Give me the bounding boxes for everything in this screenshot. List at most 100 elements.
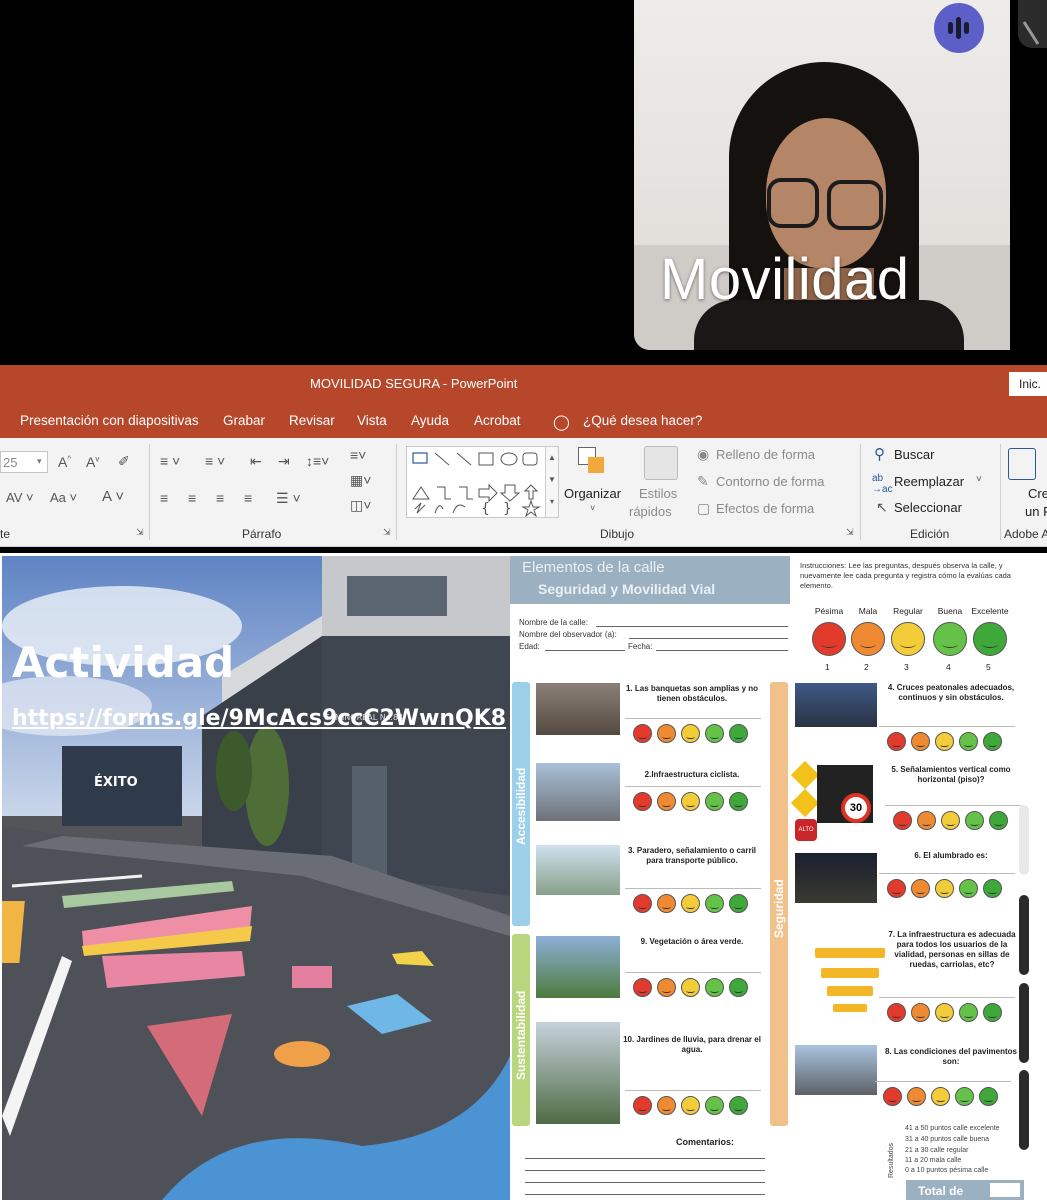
adobe-create-label-2[interactable]: un P xyxy=(1025,504,1047,519)
text-direction-icon[interactable]: ≡˅ xyxy=(350,447,366,463)
question-6: 6. El alumbrado es: xyxy=(914,851,988,860)
scrollbar-track[interactable] xyxy=(1019,805,1029,875)
char-spacing-icon[interactable]: AV ˅ xyxy=(6,490,34,505)
tile-options-icon[interactable] xyxy=(1018,0,1047,48)
rating-option-2-icon xyxy=(657,724,676,743)
chevron-down-icon: ˅ xyxy=(976,474,982,485)
tell-me-search[interactable]: ¿Qué desea hacer? xyxy=(583,413,702,428)
ribbon-separator xyxy=(860,444,861,540)
field-line xyxy=(656,650,788,651)
align-left-icon[interactable]: ≡ xyxy=(160,490,168,506)
scrollbar-thumb[interactable] xyxy=(1019,983,1029,1063)
field-age-label: Edad: xyxy=(519,642,540,651)
rating-option-4-icon xyxy=(705,792,724,811)
speed-sign: 30 xyxy=(841,793,871,823)
rating-option-2-icon xyxy=(657,978,676,997)
scrollbar-thumb[interactable] xyxy=(1019,1070,1029,1150)
field-observer-label: Nombre del observador (a): xyxy=(519,630,617,639)
increase-font-icon[interactable]: A^ xyxy=(58,454,71,470)
rating-option-5-icon xyxy=(979,1087,998,1106)
arrange-button[interactable]: Organizar xyxy=(564,486,621,501)
scrollbar-thumb[interactable] xyxy=(1019,895,1029,975)
activity-form-link[interactable]: https://forms.gle/9McAcs9ccC2WwnQK8 xyxy=(12,706,506,731)
shapes-scroll-icon[interactable]: ▲ ▼ ▾ xyxy=(545,447,558,517)
numbering-icon[interactable]: ≡ ˅ xyxy=(205,453,225,469)
chevron-down-icon: ▾ xyxy=(37,456,42,466)
replace-button[interactable]: Reemplazar xyxy=(894,474,964,489)
green-area-thumbnail xyxy=(536,936,620,998)
align-center-icon[interactable]: ≡ xyxy=(188,490,196,506)
tab-view[interactable]: Vista xyxy=(357,413,387,428)
rating-option-3-icon xyxy=(681,978,700,997)
decrease-indent-icon[interactable]: ⇤ xyxy=(250,453,262,470)
change-case-icon[interactable]: Aa ˅ xyxy=(50,490,77,505)
result-line-4: 11 a 20 mala calle xyxy=(905,1157,962,1164)
shapes-gallery[interactable]: { } ▲ ▼ ▾ xyxy=(406,446,559,518)
pencil-icon: ✎ xyxy=(697,473,709,489)
sign-in-button[interactable]: Inic. xyxy=(1009,372,1047,396)
columns-icon[interactable]: ☰ ˅ xyxy=(276,490,301,507)
font-size-box[interactable]: 25 ▾ xyxy=(0,451,48,473)
rating-option-2-icon xyxy=(911,732,930,751)
rating-option-3-icon xyxy=(681,792,700,811)
find-button[interactable]: Buscar xyxy=(894,447,934,462)
rating-option-4-icon xyxy=(705,724,724,743)
shape-effects-button[interactable]: Efectos de forma xyxy=(716,501,814,516)
tab-slideshow[interactable]: Presentación con diapositivas xyxy=(20,413,199,428)
rating-option-5-icon xyxy=(729,1096,748,1115)
adobe-create-label-1[interactable]: Cre xyxy=(1028,486,1047,501)
worksheet-instructions: Instrucciones: Lee las preguntas, despué… xyxy=(800,561,1011,590)
align-text-icon[interactable]: ▦˅ xyxy=(350,472,371,489)
rating-option-4-icon xyxy=(965,811,984,830)
question-divider xyxy=(879,997,1015,998)
result-line-3: 21 a 30 calle regular xyxy=(905,1147,969,1154)
font-dialog-launcher-icon[interactable]: ⇲ xyxy=(136,527,144,538)
result-line-5: 0 a 10 puntos pésima calle xyxy=(905,1167,989,1174)
rating-option-5-icon xyxy=(729,724,748,743)
comment-line xyxy=(525,1182,765,1183)
font-group-label: te xyxy=(0,527,11,541)
line-spacing-icon[interactable]: ↕≡˅ xyxy=(306,453,329,469)
question-divider xyxy=(625,786,761,787)
select-button[interactable]: Seleccionar xyxy=(894,500,962,515)
font-color-icon[interactable]: A ˅ xyxy=(102,488,124,505)
align-right-icon[interactable]: ≡ xyxy=(216,490,224,506)
quick-styles-label-1[interactable]: Estilos xyxy=(639,486,677,501)
rain-garden-thumbnail xyxy=(536,1022,620,1124)
smartart-icon[interactable]: ◫˅ xyxy=(350,497,371,514)
tab-record[interactable]: Grabar xyxy=(223,413,265,428)
rating-face-4-icon xyxy=(933,622,967,656)
bullets-icon[interactable]: ≡ ˅ xyxy=(160,453,180,469)
scale-label-2: Mala xyxy=(858,606,878,616)
rating-option-3-icon xyxy=(935,879,954,898)
scale-label-5: Excelente xyxy=(971,606,1009,616)
rating-face-1-icon xyxy=(812,622,846,656)
rating-option-5-icon xyxy=(729,894,748,913)
rating-option-2-icon xyxy=(657,1096,676,1115)
tab-review[interactable]: Revisar xyxy=(289,413,335,428)
question-10: 10. Jardines de lluvia, para drenar el a… xyxy=(623,1035,761,1054)
window-title: MOVILIDAD SEGURA - PowerPoint xyxy=(310,376,518,391)
rating-option-5-icon xyxy=(983,732,1002,751)
quick-styles-label-2[interactable]: rápidos xyxy=(629,504,672,519)
rating-option-2-icon xyxy=(911,1003,930,1022)
field-line xyxy=(629,638,788,639)
field-line xyxy=(545,650,625,651)
shape-outline-button[interactable]: Contorno de forma xyxy=(716,474,824,489)
increase-indent-icon[interactable]: ⇥ xyxy=(278,453,290,470)
total-label: Total de xyxy=(918,1184,964,1198)
rating-option-1-icon xyxy=(887,732,906,751)
tab-help[interactable]: Ayuda xyxy=(411,413,449,428)
decrease-font-icon[interactable]: Av xyxy=(86,454,99,470)
drawing-dialog-launcher-icon[interactable]: ⇲ xyxy=(846,527,854,538)
svg-text:ÉXITO: ÉXITO xyxy=(94,774,138,790)
scale-number-3: 3 xyxy=(904,662,909,672)
paragraph-dialog-launcher-icon[interactable]: ⇲ xyxy=(383,527,391,538)
justify-icon[interactable]: ≡ xyxy=(244,490,252,506)
shape-fill-button[interactable]: Relleno de forma xyxy=(716,447,815,462)
rating-option-2-icon xyxy=(917,811,936,830)
clear-format-icon[interactable]: ✐ xyxy=(118,453,130,470)
total-field xyxy=(990,1183,1020,1197)
tab-acrobat[interactable]: Acrobat xyxy=(474,413,521,428)
rating-option-5-icon xyxy=(989,811,1008,830)
